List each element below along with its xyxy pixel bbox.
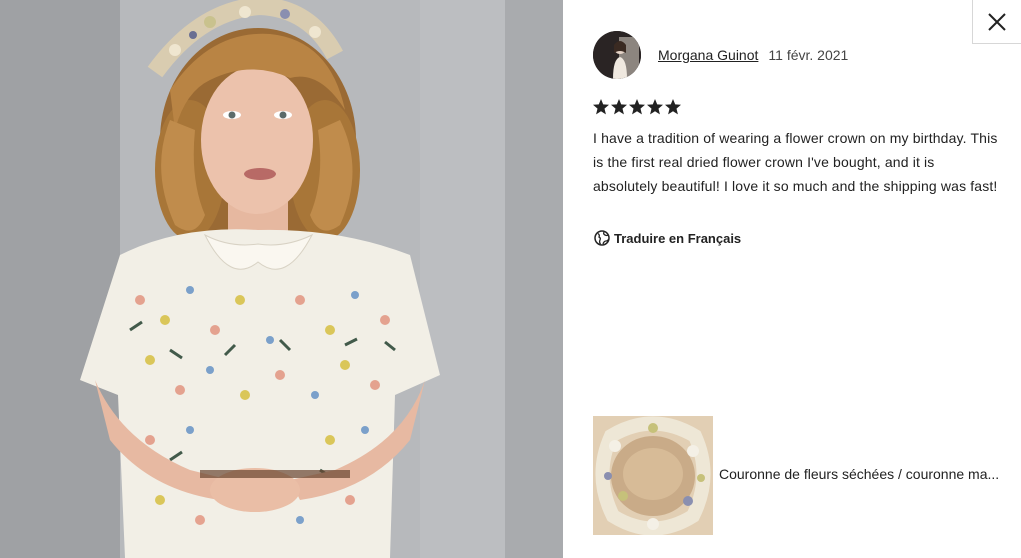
star-icon [593, 99, 609, 115]
star-icon [665, 99, 681, 115]
review-panel: Morgana Guinot 11 févr. 2021 I have a tr… [563, 0, 1021, 558]
star-icon [647, 99, 663, 115]
product-title[interactable]: Couronne de fleurs séchées / couronne ma… [719, 466, 1021, 482]
review-header: Morgana Guinot 11 févr. 2021 [593, 30, 848, 80]
review-text: I have a tradition of wearing a flower c… [593, 130, 998, 194]
translate-label: Traduire en Français [614, 230, 742, 246]
reviewer-name[interactable]: Morgana Guinot [658, 47, 758, 63]
review-date: 11 févr. 2021 [768, 47, 849, 63]
star-icon [629, 99, 645, 115]
star-rating [592, 98, 682, 116]
translate-link[interactable]: Traduire en Français [594, 230, 741, 246]
product-thumbnail[interactable] [593, 416, 713, 535]
close-icon [988, 12, 1006, 31]
star-icon [611, 99, 627, 115]
review-photo [0, 0, 563, 558]
close-button[interactable] [972, 0, 1021, 44]
avatar[interactable] [593, 31, 641, 79]
globe-icon [594, 230, 610, 246]
